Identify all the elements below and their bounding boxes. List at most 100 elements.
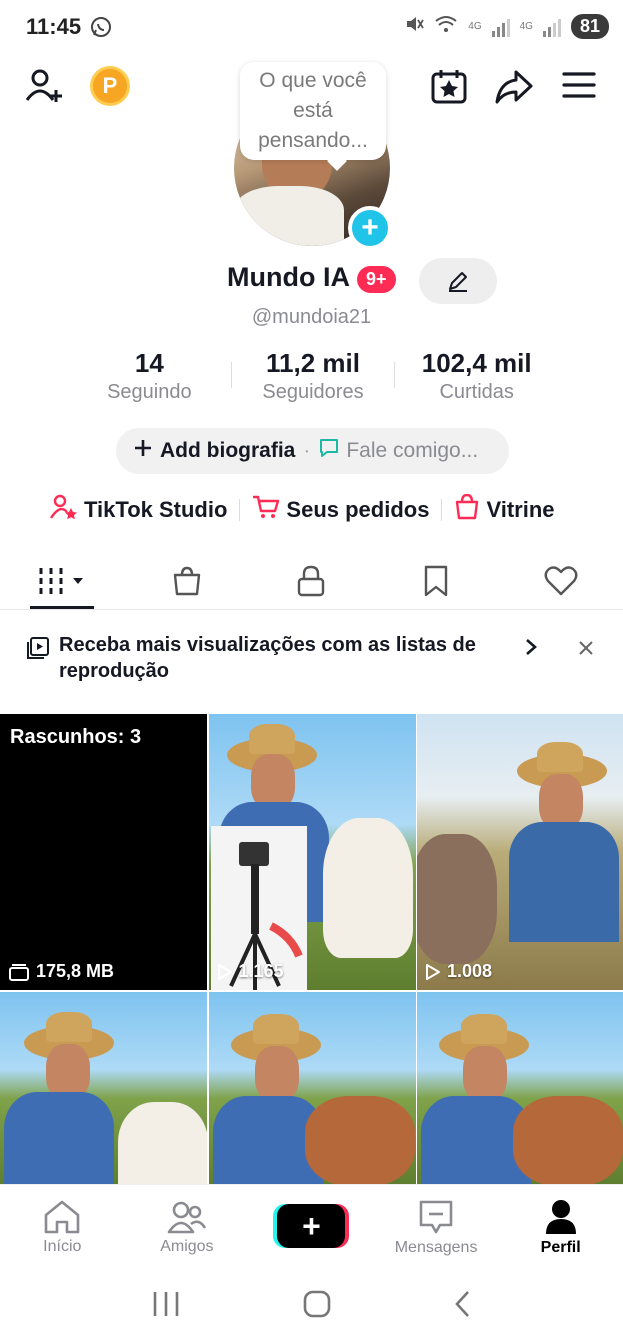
nav-home[interactable]: Início xyxy=(0,1185,125,1270)
stat-label: Curtidas xyxy=(439,381,514,403)
video-tile[interactable] xyxy=(208,992,416,1184)
showcase-link[interactable]: Vitrine xyxy=(454,493,555,526)
link-label: Vitrine xyxy=(486,497,555,522)
tiktok-studio-link[interactable]: TikTok Studio xyxy=(49,494,228,526)
signal-icon xyxy=(491,17,510,37)
nav-label: Mensagens xyxy=(394,1238,478,1256)
bio-separator: · xyxy=(303,439,311,462)
nav-label: Início xyxy=(43,1237,82,1255)
view-count: 1.008 xyxy=(447,961,493,981)
drafts-tile[interactable]: Rascunhos: 3 175,8 MB xyxy=(0,714,207,990)
link-label: TikTok Studio xyxy=(84,497,228,522)
video-grid: Rascunhos: 3 175,8 MB 1.165 1.008 xyxy=(0,714,623,1184)
orders-link[interactable]: Seus pedidos xyxy=(252,494,429,526)
video-tile[interactable] xyxy=(417,992,623,1184)
heart-outline-icon xyxy=(544,565,578,595)
battery-indicator: 81 xyxy=(570,14,609,39)
share-icon[interactable] xyxy=(494,68,534,106)
mute-icon xyxy=(404,14,425,39)
stat-label: Seguindo xyxy=(107,381,192,403)
coin-icon[interactable]: P xyxy=(90,66,130,106)
video-views: 1.165 xyxy=(217,961,284,982)
calendar-star-icon[interactable] xyxy=(430,68,468,106)
stat-value: 102,4 mil xyxy=(421,348,532,378)
tab-private[interactable] xyxy=(249,552,374,609)
friends-icon xyxy=(167,1201,207,1233)
signal-icon-2 xyxy=(542,17,561,37)
tab-liked[interactable] xyxy=(498,552,623,609)
cart-icon xyxy=(252,494,280,526)
system-navigation xyxy=(0,1272,623,1341)
thought-bubble[interactable]: O que você está pensando... xyxy=(240,62,386,160)
stat-followers[interactable]: 11,2 mil Seguidores xyxy=(232,348,395,408)
folder-icon xyxy=(9,963,29,981)
shopping-bag-icon xyxy=(454,493,480,526)
wifi-icon xyxy=(434,14,458,39)
nav-label: Perfil xyxy=(540,1238,581,1256)
chat-prompt[interactable]: Fale comigo... xyxy=(346,439,478,463)
tab-videos[interactable] xyxy=(0,552,125,609)
back-icon[interactable] xyxy=(453,1290,473,1323)
add-bio-button[interactable]: Add biografia xyxy=(160,439,295,463)
close-icon[interactable] xyxy=(578,640,594,661)
nav-label: Amigos xyxy=(160,1237,214,1255)
drafts-label: Rascunhos: 3 xyxy=(10,726,142,748)
profile-links: TikTok Studio Seus pedidos Vitrine xyxy=(49,493,590,526)
chat-icon xyxy=(318,437,340,465)
video-views: 1.008 xyxy=(425,961,492,982)
playlist-banner[interactable]: Receba mais visualizações com as listas … xyxy=(26,632,596,692)
profile-stats: 14 Seguindo 11,2 mil Seguidores 102,4 mi… xyxy=(68,348,558,408)
video-tile[interactable] xyxy=(0,992,207,1184)
network-4g-label-2: 4G xyxy=(519,20,533,32)
person-star-icon xyxy=(49,494,78,526)
status-bar: 11:45 4G 4G 81 xyxy=(0,0,623,56)
profile-handle: @mundoia21 xyxy=(251,306,372,328)
drafts-size: 175,8 MB xyxy=(8,961,114,982)
add-user-icon[interactable] xyxy=(24,66,66,108)
edit-profile-button[interactable] xyxy=(419,258,497,304)
status-time: 11:45 xyxy=(26,14,82,39)
stat-likes[interactable]: 102,4 mil Curtidas xyxy=(395,348,558,408)
link-label: Seus pedidos xyxy=(286,497,430,522)
chevron-right-icon[interactable] xyxy=(524,638,538,661)
view-count: 1.165 xyxy=(238,961,284,981)
bottom-navigation: Início Amigos + Mensagens Perfil xyxy=(0,1184,623,1270)
inbox-icon xyxy=(419,1200,453,1233)
playlist-icon xyxy=(26,636,50,665)
coin-letter: P xyxy=(90,66,130,106)
lock-icon xyxy=(298,565,325,596)
whatsapp-icon xyxy=(90,16,112,43)
grid-icon xyxy=(39,567,84,594)
create-button[interactable]: + xyxy=(277,1203,346,1248)
tab-saved[interactable] xyxy=(374,552,499,609)
nav-messages[interactable]: Mensagens xyxy=(374,1185,499,1270)
plus-icon xyxy=(134,439,152,463)
video-tile[interactable]: 1.165 xyxy=(208,714,416,990)
notification-badge[interactable]: 9+ xyxy=(357,266,396,293)
menu-icon[interactable] xyxy=(562,70,596,100)
profile-name: Mundo IA xyxy=(227,262,350,292)
bio-pill[interactable]: Add biografia · Fale comigo... xyxy=(116,428,509,474)
tab-shop[interactable] xyxy=(125,552,250,609)
add-photo-button[interactable]: + xyxy=(348,206,392,250)
stat-following[interactable]: 14 Seguindo xyxy=(68,348,231,408)
drafts-size-label: 175,8 MB xyxy=(36,961,115,981)
stat-value: 11,2 mil xyxy=(266,348,360,378)
profile-tabs xyxy=(0,552,623,610)
stat-value: 14 xyxy=(134,348,164,378)
nav-profile[interactable]: Perfil xyxy=(498,1185,623,1270)
play-icon xyxy=(217,963,232,980)
pencil-icon xyxy=(449,272,467,292)
video-tile[interactable]: 1.008 xyxy=(417,714,623,990)
stat-label: Seguidores xyxy=(262,381,364,403)
banner-text: Receba mais visualizações com as listas … xyxy=(59,634,476,682)
home-button-icon[interactable] xyxy=(302,1289,332,1324)
recent-apps-icon[interactable] xyxy=(151,1290,181,1323)
divider xyxy=(441,499,443,521)
nav-friends[interactable]: Amigos xyxy=(125,1185,250,1270)
bag-icon xyxy=(173,566,201,595)
play-icon xyxy=(426,963,440,980)
home-icon xyxy=(44,1200,80,1233)
bookmark-icon xyxy=(424,565,448,596)
nav-create[interactable]: + xyxy=(249,1185,374,1270)
